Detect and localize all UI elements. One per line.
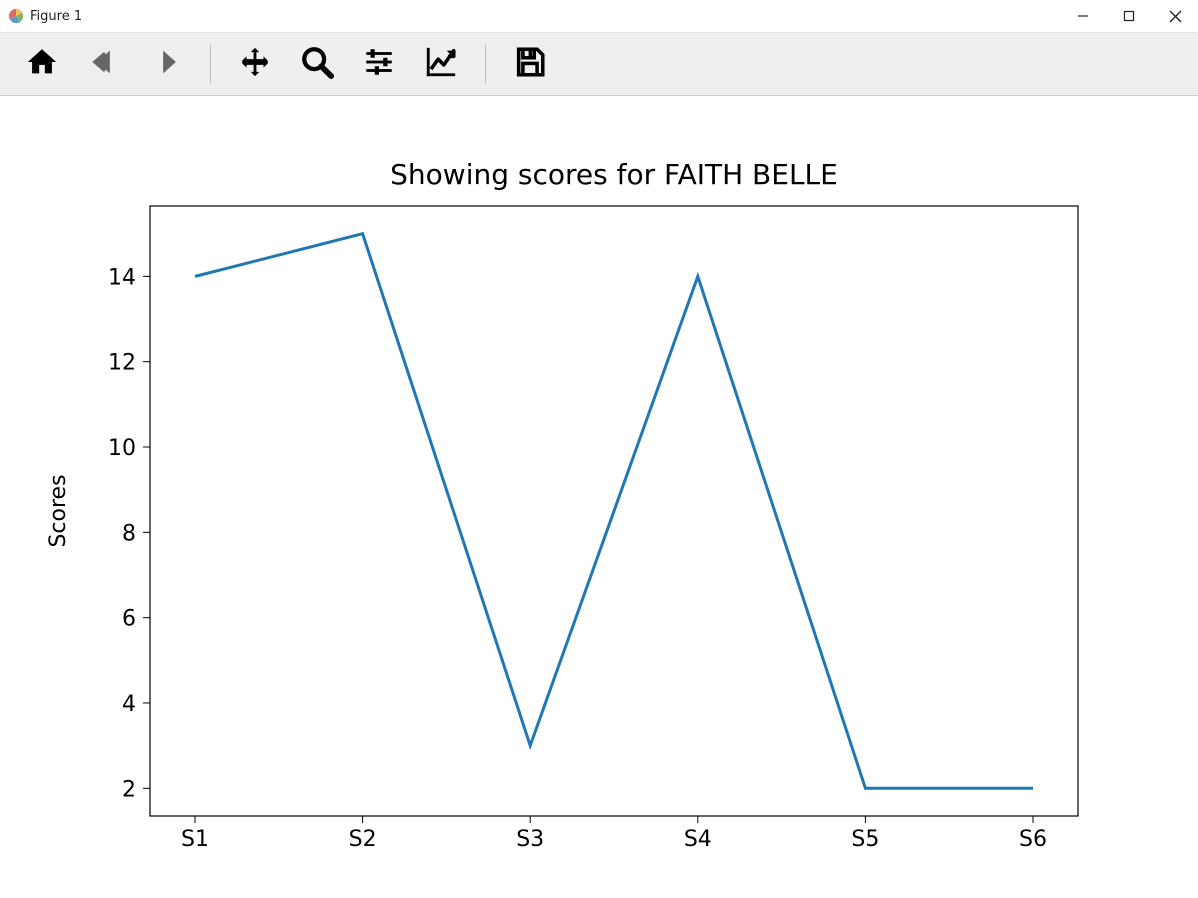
y-tick-label: 8 — [122, 521, 136, 546]
home-button[interactable] — [20, 42, 64, 86]
x-tick-label: S2 — [349, 827, 377, 852]
arrow-right-icon — [149, 45, 183, 83]
maximize-button[interactable] — [1106, 0, 1152, 32]
x-tick-label: S4 — [684, 827, 712, 852]
y-axis-label: Scores — [46, 474, 71, 547]
close-button[interactable] — [1152, 0, 1198, 32]
move-icon — [238, 45, 272, 83]
x-tick-label: S1 — [181, 827, 209, 852]
y-tick-label: 14 — [108, 265, 136, 290]
pan-button[interactable] — [233, 42, 277, 86]
configure-subplots-button[interactable] — [357, 42, 401, 86]
save-icon — [513, 45, 547, 83]
y-tick-label: 12 — [108, 351, 136, 376]
line-chart[interactable]: 2 4 6 8 10 12 14 S1 S2 S3 S4 S5 S6 Showing scores for… — [0, 96, 1198, 898]
data-line — [195, 234, 1033, 789]
minimize-button[interactable] — [1060, 0, 1106, 32]
sliders-icon — [362, 45, 396, 83]
app-icon — [8, 8, 24, 24]
chart-area: 2 4 6 8 10 12 14 S1 S2 S3 S4 S5 S6 Showing scores for… — [0, 96, 1198, 898]
toolbar-separator — [210, 44, 211, 84]
window-controls — [1060, 0, 1198, 32]
zoom-button[interactable] — [295, 42, 339, 86]
x-tick-label: S5 — [851, 827, 879, 852]
matplotlib-toolbar — [0, 32, 1198, 96]
window-titlebar: Figure 1 — [0, 0, 1198, 32]
chart-title: Showing scores for FAITH BELLE — [390, 158, 838, 191]
magnify-icon — [300, 45, 334, 83]
back-button[interactable] — [82, 42, 126, 86]
y-tick-label: 2 — [122, 777, 136, 802]
edit-axes-button[interactable] — [419, 42, 463, 86]
y-tick-label: 4 — [122, 692, 136, 717]
save-button[interactable] — [508, 42, 552, 86]
chart-line-icon — [424, 45, 458, 83]
y-tick-label: 10 — [108, 436, 136, 461]
x-tick-label: S3 — [516, 827, 544, 852]
toolbar-separator — [485, 44, 486, 84]
arrow-left-icon — [84, 45, 123, 83]
x-tick-label: S6 — [1019, 827, 1047, 852]
y-tick-label: 6 — [122, 607, 136, 632]
forward-button[interactable] — [144, 42, 188, 86]
home-icon — [25, 45, 59, 83]
window-title: Figure 1 — [30, 9, 82, 24]
